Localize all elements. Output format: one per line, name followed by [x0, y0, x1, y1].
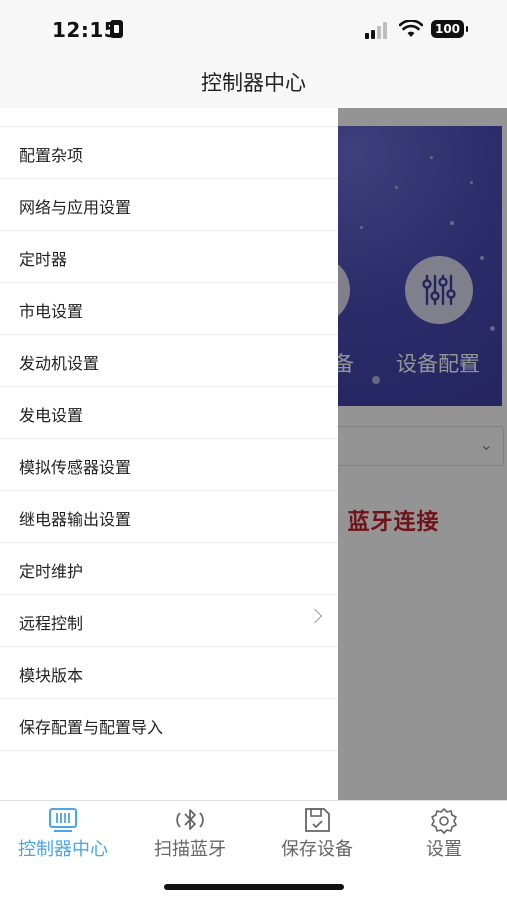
menu-item-label: 继电器输出设置: [19, 510, 132, 529]
cellular-signal-icon: [365, 21, 391, 39]
controller-icon: [49, 808, 77, 832]
menu-item-label: 模块版本: [19, 666, 84, 685]
menu-item-mains-settings[interactable]: 市电设置: [0, 283, 338, 335]
battery-indicator: 100: [431, 20, 468, 38]
tab-label: 保存设备: [281, 839, 353, 860]
page-title: 控制器中心: [201, 71, 306, 95]
tab-controller-center[interactable]: 控制器中心: [0, 801, 126, 865]
menu-item-misc-config[interactable]: 配置杂项: [0, 127, 338, 179]
menu-item-save-import-config[interactable]: 保存配置与配置导入: [0, 699, 338, 751]
side-drawer: 配置杂项 网络与应用设置 定时器 市电设置 发动机设置 发电设置 模拟传感器设置…: [0, 108, 338, 800]
menu-item-label: 配置杂项: [19, 146, 84, 165]
wifi-icon: [399, 20, 423, 37]
tab-label: 控制器中心: [18, 839, 108, 860]
menu-item-timer[interactable]: 定时器: [0, 231, 338, 283]
status-time: 12:15: [52, 18, 119, 42]
home-indicator[interactable]: [164, 884, 344, 890]
menu-item-label: 发电设置: [19, 406, 84, 425]
menu-item-label: 网络与应用设置: [19, 198, 132, 217]
status-bar: 12:15 100: [0, 0, 507, 60]
menu-item-scheduled-maintenance[interactable]: 定时维护: [0, 543, 338, 595]
menu-item-remote-control[interactable]: 远程控制: [0, 595, 338, 647]
tab-scan-bluetooth[interactable]: 扫描蓝牙: [127, 801, 253, 865]
menu-item-label: 保存配置与配置导入: [19, 718, 164, 737]
menu-item-module-version[interactable]: 模块版本: [0, 647, 338, 699]
menu-item-label: 定时器: [19, 250, 68, 269]
menu-item-relay-output[interactable]: 继电器输出设置: [0, 491, 338, 543]
menu-item-label: 模拟传感器设置: [19, 458, 132, 477]
menu-item-engine-settings[interactable]: 发动机设置: [0, 335, 338, 387]
menu-item-label: 发动机设置: [19, 354, 100, 373]
drawer-divider: [0, 108, 338, 127]
menu-item-label: 远程控制: [19, 614, 84, 633]
tab-settings[interactable]: 设置: [381, 801, 507, 865]
menu-item-label: 定时维护: [19, 562, 84, 581]
nav-bar: 控制器中心: [0, 60, 507, 108]
tab-saved-devices[interactable]: 保存设备: [254, 801, 380, 865]
menu-item-label: 市电设置: [19, 302, 84, 321]
menu-item-generator-settings[interactable]: 发电设置: [0, 387, 338, 439]
save-device-icon: [305, 808, 330, 832]
settings-gear-icon: [431, 808, 457, 834]
tab-label: 设置: [426, 839, 462, 860]
bluetooth-scan-icon: [176, 809, 204, 830]
sim-card-icon: [110, 20, 123, 38]
menu-item-network-settings[interactable]: 网络与应用设置: [0, 179, 338, 231]
menu-item-analog-sensor[interactable]: 模拟传感器设置: [0, 439, 338, 491]
chevron-right-icon: [307, 608, 323, 624]
tab-label: 扫描蓝牙: [154, 839, 226, 860]
